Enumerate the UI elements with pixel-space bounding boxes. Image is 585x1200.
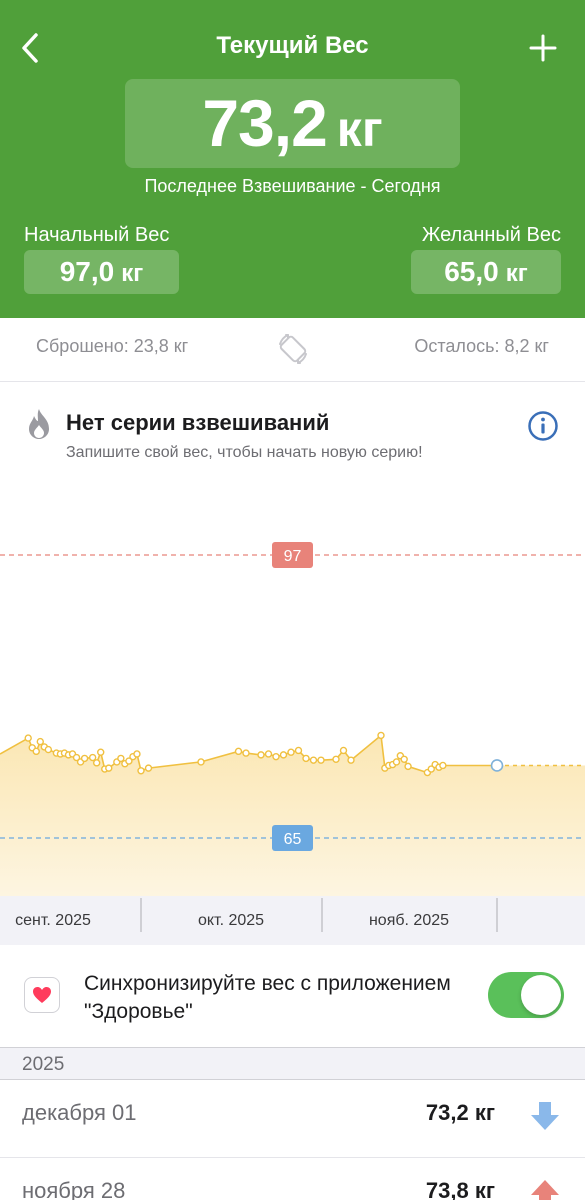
health-sync-toggle[interactable]: [488, 972, 564, 1018]
streak-title: Нет серии взвешиваний: [66, 410, 330, 435]
weight-point[interactable]: [294, 746, 303, 755]
flame-icon: [29, 409, 49, 439]
health-sync-label: Синхронизируйте вес с приложением "Здоро…: [84, 972, 451, 1023]
weight-point[interactable]: [400, 755, 408, 763]
weight-point[interactable]: [32, 747, 40, 756]
current-weight-value: 73,2: [202, 86, 327, 160]
goal-weight-label: Желанный Вес: [421, 224, 561, 246]
weight-point[interactable]: [242, 749, 250, 757]
streak-subtitle: Запишите свой вес, чтобы начать новую се…: [66, 444, 423, 461]
weight-point[interactable]: [137, 767, 145, 775]
heart-icon: [33, 987, 51, 1003]
entry-date: ноября 28: [22, 1178, 126, 1200]
weight-point[interactable]: [234, 747, 243, 756]
goal-weight-unit: кг: [505, 260, 528, 287]
weight-point[interactable]: [105, 764, 113, 772]
entry-weight: 73,2 кг: [425, 1100, 495, 1125]
goal-weight-box[interactable]: 65,0 кг: [411, 250, 561, 294]
arrow-up-icon: [531, 1180, 559, 1200]
weight-point[interactable]: [332, 755, 340, 763]
entry-date: декабря 01: [22, 1100, 137, 1125]
health-app-icon: [24, 977, 60, 1013]
weight-point[interactable]: [92, 759, 101, 767]
weight-point[interactable]: [302, 754, 310, 763]
streak-info-button[interactable]: [527, 410, 559, 442]
entry-weight: 73,8 кг: [425, 1178, 495, 1200]
page-title: Текущий Вес: [216, 32, 369, 59]
weight-point[interactable]: [24, 734, 32, 742]
start-weight-unit: кг: [121, 260, 144, 287]
reference-label-97: 97: [284, 548, 302, 565]
info-icon: [528, 411, 558, 441]
weight-point[interactable]: [44, 745, 53, 754]
weight-point[interactable]: [377, 731, 385, 740]
weight-point[interactable]: [272, 752, 280, 761]
header: Текущий Вес 73,2 кг Последнее Взвешивани…: [0, 0, 585, 318]
latest-weight-point[interactable]: [490, 759, 504, 772]
weight-point[interactable]: [279, 751, 288, 759]
history-entry[interactable]: декабря 01 73,2 кг: [0, 1080, 585, 1158]
weight-point[interactable]: [309, 756, 318, 764]
weight-point[interactable]: [88, 753, 97, 762]
start-weight-box[interactable]: 97,0 кг: [24, 250, 179, 294]
add-weight-button[interactable]: [521, 26, 565, 70]
current-weight-box: 73,2 кг: [125, 79, 460, 168]
month-label: сент. 2025: [15, 912, 91, 929]
arrow-down-icon: [531, 1102, 559, 1130]
weight-point[interactable]: [339, 746, 348, 755]
weight-point[interactable]: [287, 748, 295, 756]
weight-point[interactable]: [133, 750, 141, 758]
weight-point[interactable]: [392, 758, 401, 766]
goal-weight-value: 65,0: [444, 256, 499, 287]
summary-row: Сброшено: 23,8 кг Осталось: 8,2 кг: [0, 318, 585, 382]
rotate-device-icon: [279, 334, 307, 364]
weight-point[interactable]: [144, 764, 153, 772]
weight-point[interactable]: [317, 756, 325, 764]
toggle-knob: [521, 975, 561, 1015]
weight-point[interactable]: [257, 751, 265, 759]
weight-point[interactable]: [117, 754, 125, 763]
reference-label-65: 65: [284, 831, 302, 848]
start-weight-label: Начальный Вес: [24, 224, 170, 246]
month-label: нояб. 2025: [369, 912, 449, 929]
last-weigh-text: Последнее Взвешивание - Сегодня: [144, 176, 441, 196]
rotate-chart-button[interactable]: [274, 330, 312, 368]
weight-chart-svg: 97 65 сент. 2025 окт. 2025 нояб. 2025: [0, 542, 585, 945]
weight-point[interactable]: [80, 754, 89, 763]
weight-point[interactable]: [197, 758, 205, 766]
weight-chart[interactable]: 97 65 сент. 2025 окт. 2025 нояб. 2025: [0, 470, 585, 945]
weight-point[interactable]: [439, 761, 447, 770]
weight-point[interactable]: [264, 750, 273, 758]
weight-point[interactable]: [347, 756, 355, 764]
weight-point[interactable]: [404, 762, 412, 771]
weight-point[interactable]: [36, 737, 44, 746]
year-label: 2025: [22, 1054, 65, 1075]
remaining-weight-text: Осталось: 8,2 кг: [414, 336, 549, 356]
month-label: окт. 2025: [198, 912, 264, 929]
weight-point[interactable]: [97, 748, 105, 756]
start-weight-value: 97,0: [59, 256, 115, 287]
plus-icon: [529, 34, 557, 62]
history-entry[interactable]: ноября 28 73,8 кг: [0, 1158, 585, 1200]
year-section-header: 2025: [0, 1047, 585, 1080]
current-weight-unit: кг: [336, 101, 383, 157]
lost-weight-text: Сброшено: 23,8 кг: [36, 336, 189, 356]
